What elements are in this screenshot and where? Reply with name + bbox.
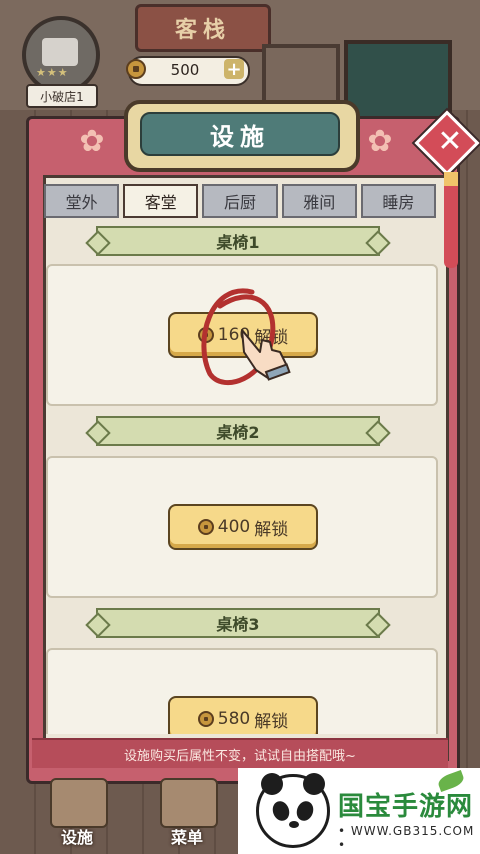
watermark-title: 国宝手游网	[338, 792, 474, 822]
shop-house-icon	[42, 38, 78, 66]
facility-card: 400 解锁	[46, 456, 438, 598]
tab-private-room[interactable]: 雅间	[281, 184, 357, 218]
add-coins-button[interactable]: +	[224, 59, 244, 80]
coin-icon	[126, 59, 146, 79]
panel-title: 设施	[140, 112, 340, 156]
coin-balance: 500 +	[126, 56, 250, 86]
inn-sign: 客栈	[135, 4, 271, 52]
section-title: 桌椅1	[96, 226, 380, 256]
unlock-label: 解锁	[254, 519, 289, 540]
facility-tabs: 堂外 客堂 后厨 雅间 睡房	[44, 184, 437, 218]
coin-icon	[197, 519, 214, 535]
panda-logo-icon	[256, 773, 330, 848]
pointing-hand-icon	[241, 329, 291, 381]
tab-bedroom[interactable]: 睡房	[360, 184, 437, 218]
panel-title-plate: 设施	[124, 100, 360, 172]
unlock-button[interactable]: 400 解锁	[168, 504, 318, 550]
close-icon[interactable]: ✕	[430, 122, 470, 162]
coin-icon	[197, 711, 214, 727]
shop-avatar[interactable]	[22, 16, 100, 94]
unlock-button[interactable]: 580 解锁	[168, 696, 318, 734]
section-title: 桌椅2	[96, 416, 380, 446]
flower-icon: ✿	[79, 124, 105, 159]
watermark-url: • WWW.GB315.COM •	[338, 824, 475, 852]
nav-facilities-label: 设施	[60, 828, 93, 847]
curtain-window	[344, 40, 452, 128]
shop-stars: ★★★	[36, 66, 69, 79]
facility-card: 580 解锁	[46, 648, 438, 734]
watermark: 国宝手游网 • WWW.GB315.COM •	[238, 768, 480, 854]
hint-bar: 设施购买后属性不变，试试自由搭配哦~	[32, 738, 448, 768]
nav-menu[interactable]: 菜单	[152, 778, 222, 850]
unlock-cost: 580	[217, 709, 251, 729]
unlock-cost: 400	[217, 517, 251, 537]
flower-icon: ✿	[367, 124, 393, 159]
tab-outside[interactable]: 堂外	[44, 184, 120, 218]
section-title: 桌椅3	[96, 608, 380, 638]
menu-icon	[160, 778, 218, 828]
nav-facilities[interactable]: 设施	[42, 778, 112, 850]
tab-kitchen[interactable]: 后厨	[202, 184, 278, 218]
facilities-icon	[50, 778, 108, 828]
tab-hall[interactable]: 客堂	[123, 184, 199, 218]
nav-menu-label: 菜单	[170, 828, 203, 847]
tassel-decoration	[444, 172, 458, 268]
shop-name-label: 小破店1	[26, 84, 98, 108]
unlock-label: 解锁	[254, 711, 289, 732]
coin-amount: 500	[170, 61, 200, 79]
